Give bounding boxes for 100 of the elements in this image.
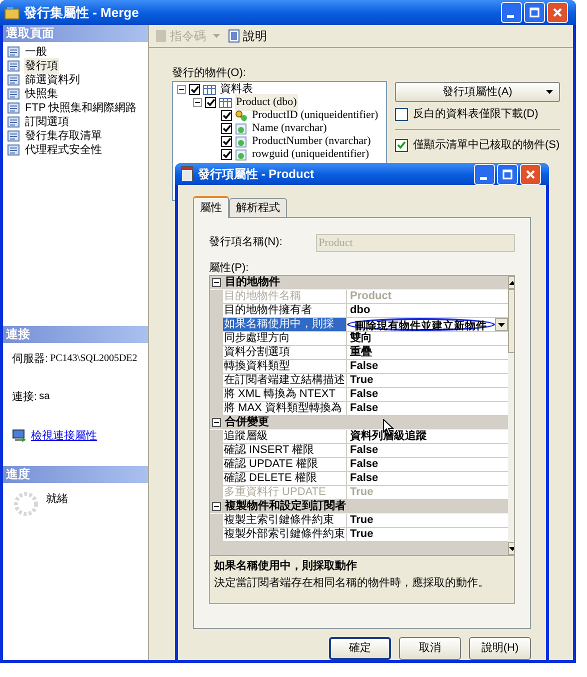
collapse-icon[interactable]	[212, 418, 221, 427]
page-icon	[7, 102, 20, 114]
category-label: 合併變更	[225, 414, 269, 430]
column-icon	[235, 136, 248, 148]
property-label[interactable]: 確認 DELETE 權限	[223, 472, 347, 486]
property-value[interactable]: True	[347, 514, 508, 527]
tab[interactable]: 解析程式	[229, 198, 287, 217]
table-icon	[181, 166, 193, 182]
minimize-button[interactable]	[501, 2, 522, 23]
minimize-icon	[480, 176, 486, 180]
window-title: 發行集屬性 - Merge	[24, 4, 140, 22]
maximize-icon	[527, 5, 542, 20]
category-label: 目的地物件	[225, 276, 280, 290]
caret-icon	[498, 322, 505, 326]
up-arrow-icon	[509, 280, 514, 284]
property-grid[interactable]	[210, 276, 508, 555]
checkbox-label: 僅顯示清單中已核取的物件(S)	[413, 138, 560, 153]
property-label[interactable]: 複製主索引鍵條件約束	[223, 514, 347, 528]
page-icon	[7, 74, 20, 86]
table-icon	[219, 96, 232, 108]
objects-label: 發行的物件(O):	[172, 66, 247, 81]
sidebar-item[interactable]: 發行項	[24, 58, 59, 74]
dialog-button[interactable]: 說明(H)	[469, 637, 531, 660]
property-label[interactable]: 目的地物件擁有者	[223, 304, 347, 318]
sidebar-item[interactable]: 代理程式安全性	[24, 142, 103, 158]
article-properties-button[interactable]: 發行項屬性(A)	[395, 82, 560, 102]
sidebar-item[interactable]: 篩選資料列	[24, 72, 81, 88]
dialog-button[interactable]: 確定	[329, 637, 391, 660]
description-title: 如果名稱使用中，則採取動作	[214, 558, 358, 574]
page-icon	[7, 60, 20, 72]
checkbox-label: 反白的資料表僅限下載(D)	[413, 106, 538, 122]
window-title: 發行項屬性 - Product	[198, 166, 315, 183]
checkbox[interactable]	[395, 108, 408, 120]
collapse-icon[interactable]	[212, 278, 221, 287]
property-value[interactable]: 雙向	[347, 332, 508, 345]
spinner-icon	[13, 491, 39, 517]
sidebar-item[interactable]: 一般	[24, 44, 48, 60]
key-icon	[235, 110, 248, 122]
property-value[interactable]: False	[347, 444, 508, 457]
minimize-button[interactable]	[474, 164, 495, 184]
property-value[interactable]: False	[347, 402, 508, 415]
sidebar-item[interactable]: 發行集存取清單	[24, 128, 103, 144]
sidebar-item[interactable]: 訂閱選項	[24, 114, 70, 130]
collapse-icon[interactable]	[212, 502, 221, 511]
dropdown-button[interactable]	[495, 318, 508, 331]
property-value[interactable]: dbo	[347, 304, 508, 317]
close-button[interactable]	[547, 2, 568, 23]
server-name: PC143\SQL2005DE2	[50, 352, 138, 366]
sidebar-header: 選取頁面	[3, 25, 148, 42]
folder-icon	[4, 4, 20, 20]
toolbar-button[interactable]: 說明	[226, 26, 268, 46]
property-value[interactable]: False	[347, 360, 508, 373]
property-value[interactable]: True	[347, 374, 508, 387]
property-label[interactable]: 確認 INSERT 權限	[223, 444, 347, 458]
property-value[interactable]: True	[347, 528, 508, 541]
sidebar-item[interactable]: FTP 快照集和網際網路	[24, 100, 138, 116]
property-label[interactable]: 複製外部索引鍵條件約束	[223, 528, 347, 542]
checkbox[interactable]	[221, 123, 232, 134]
computer-icon	[12, 429, 27, 444]
property-label[interactable]: 同步處理方向	[223, 332, 347, 346]
property-label[interactable]: 如果名稱使用中，則採	[223, 318, 347, 332]
tab[interactable]: 屬性	[193, 196, 229, 218]
login-label: 連接:	[12, 390, 38, 404]
collapse-icon[interactable]	[193, 98, 202, 107]
collapse-icon[interactable]	[177, 85, 186, 94]
page-icon	[7, 116, 20, 128]
description-text: 決定當訂閱者端存在相同名稱的物件時，應採取的動作。	[214, 576, 490, 590]
property-label[interactable]: 資料分割選項	[223, 346, 347, 360]
section-header: 連接	[3, 326, 148, 343]
tree-item[interactable]: Product (dbo)	[235, 94, 298, 111]
property-value[interactable]: False	[347, 472, 508, 485]
property-label[interactable]: 轉換資料類型	[223, 360, 347, 374]
page-icon	[7, 144, 20, 156]
checkbox[interactable]	[221, 136, 232, 147]
property-label[interactable]: 將 XML 轉換為 NTEXT	[223, 388, 347, 402]
close-button[interactable]	[520, 164, 541, 184]
checkbox[interactable]	[189, 84, 200, 95]
property-label[interactable]: 追蹤層級	[223, 430, 347, 444]
maximize-button[interactable]	[497, 164, 518, 184]
maximize-button[interactable]	[524, 2, 545, 23]
caret-icon	[546, 90, 553, 94]
connection-properties-link[interactable]: 檢視連接屬性	[31, 428, 97, 444]
server-label: 伺服器:	[12, 352, 48, 367]
checkbox[interactable]	[395, 138, 408, 152]
page-icon	[7, 130, 20, 142]
down-arrow-icon	[509, 546, 514, 550]
dialog-button[interactable]: 取消	[399, 637, 461, 660]
checkbox[interactable]	[205, 97, 216, 108]
property-label[interactable]: 在訂閱者端建立結構描述	[223, 374, 347, 388]
property-label[interactable]: 將 MAX 資料類型轉換為	[223, 402, 347, 416]
property-value[interactable]: False	[347, 388, 508, 401]
column-icon	[235, 148, 248, 160]
status-text: 就緒	[46, 492, 68, 507]
checkbox[interactable]	[221, 149, 232, 160]
sidebar-item[interactable]: 快照集	[24, 86, 59, 102]
column-icon	[235, 122, 248, 134]
property-label[interactable]: 確認 UPDATE 權限	[223, 458, 347, 472]
checkbox[interactable]	[221, 110, 232, 121]
property-value[interactable]: False	[347, 458, 508, 471]
property-value[interactable]: 重疊	[347, 346, 508, 359]
